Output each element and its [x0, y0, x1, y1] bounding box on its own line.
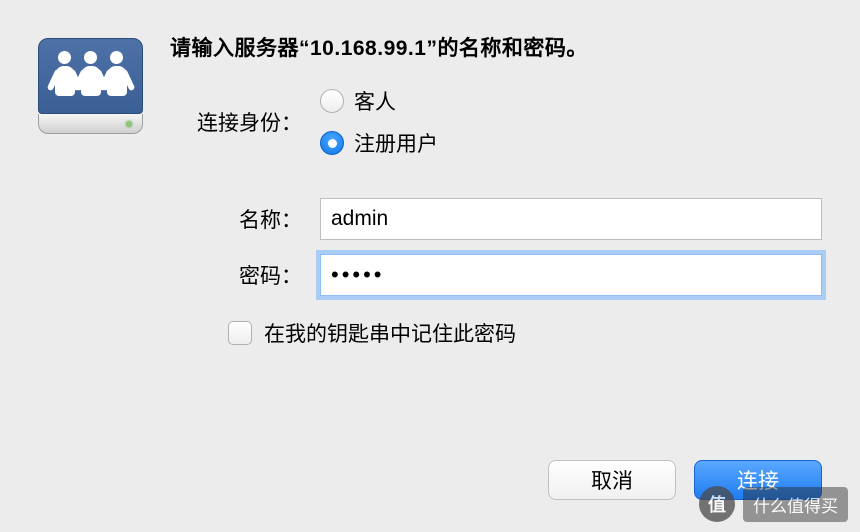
drive-led-icon	[126, 121, 132, 127]
server-ip: 10.168.99.1	[310, 37, 426, 60]
password-field-wrap	[320, 254, 822, 296]
remember-password-row[interactable]: 在我的钥匙串中记住此密码	[228, 318, 822, 348]
password-label: 密码：	[170, 260, 320, 290]
name-row: 名称：	[170, 198, 822, 240]
watermark-text: 什么值得买	[743, 487, 848, 522]
drive-icon-base	[38, 114, 143, 134]
password-input[interactable]	[320, 254, 822, 296]
form-column: 请输入服务器“10.168.99.1”的名称和密码。 连接身份： 客人 注册用户	[170, 32, 822, 348]
person-icon	[105, 51, 129, 101]
radio-guest-label: 客人	[354, 86, 396, 116]
radio-registered-label: 注册用户	[354, 128, 438, 158]
password-row: 密码：	[170, 254, 822, 296]
radio-guest[interactable]: 客人	[320, 86, 822, 116]
radio-icon	[320, 89, 344, 113]
dialog-title: 请输入服务器“10.168.99.1”的名称和密码。	[170, 32, 822, 62]
name-label: 名称：	[170, 204, 320, 234]
dialog-content: 请输入服务器“10.168.99.1”的名称和密码。 连接身份： 客人 注册用户	[0, 0, 860, 348]
connect-as-row: 连接身份： 客人 注册用户	[170, 86, 822, 158]
checkbox-icon[interactable]	[228, 321, 252, 345]
name-field-wrap	[320, 198, 822, 240]
watermark: 值 什么值得买	[699, 486, 848, 522]
name-input[interactable]	[320, 198, 822, 240]
title-prefix: 请输入服务器“	[170, 37, 310, 60]
watermark-badge: 值	[699, 486, 735, 522]
radio-icon	[320, 131, 344, 155]
person-icon	[79, 51, 103, 101]
connect-as-label: 连接身份：	[170, 107, 320, 137]
auth-dialog: 请输入服务器“10.168.99.1”的名称和密码。 连接身份： 客人 注册用户	[0, 0, 860, 532]
cancel-button-label: 取消	[591, 465, 633, 495]
network-drive-icon	[38, 38, 143, 134]
connect-as-radio-group: 客人 注册用户	[320, 86, 822, 158]
drive-icon-top	[38, 38, 143, 114]
remember-password-label: 在我的钥匙串中记住此密码	[264, 318, 516, 348]
radio-registered-user[interactable]: 注册用户	[320, 128, 822, 158]
person-icon	[53, 51, 77, 101]
cancel-button[interactable]: 取消	[548, 460, 676, 500]
title-suffix: ”的名称和密码。	[426, 37, 588, 60]
icon-column	[38, 32, 170, 348]
